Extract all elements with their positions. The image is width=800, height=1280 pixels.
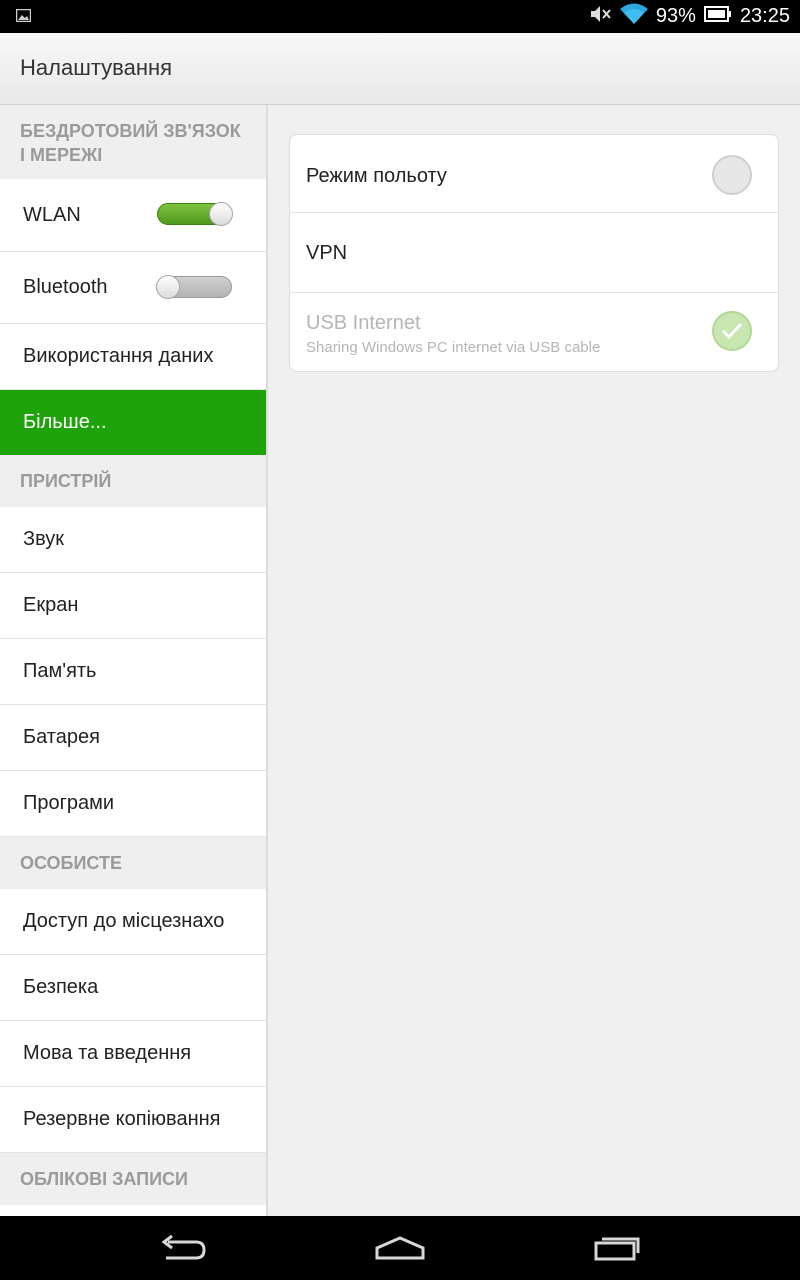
sidebar-item-storage[interactable]: Пам'ять (0, 639, 266, 705)
sidebar-item-label: WLAN (23, 203, 81, 226)
pane-divider (266, 105, 268, 1216)
wlan-toggle[interactable] (157, 202, 233, 226)
action-bar: Налаштування (0, 33, 800, 105)
usb-internet-checkbox[interactable] (712, 311, 752, 351)
sidebar-item-label: Батарея (23, 726, 100, 748)
wifi-icon (619, 3, 648, 31)
sidebar-item-partial[interactable] (0, 1205, 266, 1216)
vpn-row[interactable]: VPN (290, 213, 778, 293)
more-settings-card: Режим польоту VPN USB Internet Sharing W… (289, 134, 779, 372)
sidebar-item-location[interactable]: Доступ до місцезнахо (0, 889, 266, 955)
section-header-device: ПРИСТРІЙ (0, 455, 266, 507)
navigation-bar (0, 1216, 800, 1280)
sidebar-item-label: Bluetooth (23, 276, 108, 298)
airplane-mode-row[interactable]: Режим польоту (290, 135, 778, 213)
sidebar-item-label: Екран (23, 594, 79, 616)
sidebar-item-label: Звук (23, 528, 65, 550)
sidebar-item-label: Програми (23, 792, 115, 814)
sidebar-item-language[interactable]: Мова та введення (0, 1021, 266, 1087)
sidebar-item-label: Більше... (23, 411, 107, 433)
section-header-personal: ОСОБИСТЕ (0, 837, 266, 889)
usb-internet-label: USB Internet (306, 312, 421, 334)
sidebar-item-bluetooth[interactable]: Bluetooth (0, 252, 266, 324)
toggle-knob (209, 202, 233, 226)
home-icon[interactable] (374, 1230, 426, 1269)
sidebar-item-data-usage[interactable]: Використання даних (0, 324, 266, 390)
section-header-accounts: ОБЛІКОВІ ЗАПИСИ (0, 1153, 266, 1205)
page-title: Налаштування (20, 55, 173, 80)
usb-internet-row[interactable]: USB Internet Sharing Windows PC internet… (290, 293, 778, 371)
sidebar-item-sound[interactable]: Звук (0, 507, 266, 573)
checkmark-icon (721, 322, 743, 340)
image-notification-icon (15, 8, 32, 27)
sidebar-item-backup[interactable]: Резервне копіювання (0, 1087, 266, 1153)
sidebar-item-label: Пам'ять (23, 660, 97, 682)
sidebar-item-label: Резервне копіювання (23, 1108, 221, 1130)
battery-icon (703, 5, 732, 29)
section-header-wireless: БЕЗДРОТОВИЙ ЗВ'ЯЗОК І МЕРЕЖІ (0, 105, 266, 179)
airplane-mode-label: Режим польоту (306, 165, 447, 187)
sidebar-item-wlan[interactable]: WLAN (0, 179, 266, 252)
sidebar-item-security[interactable]: Безпека (0, 955, 266, 1021)
sidebar-item-label: Безпека (23, 976, 99, 998)
sidebar-item-battery[interactable]: Батарея (0, 705, 266, 771)
sidebar-item-more[interactable]: Більше... (0, 390, 266, 455)
recents-icon[interactable] (592, 1230, 642, 1269)
vpn-label: VPN (306, 242, 348, 264)
usb-internet-summary: Sharing Windows PC internet via USB cabl… (306, 339, 601, 356)
status-bar: 93% 23:25 (0, 0, 800, 33)
sidebar-item-label: Мова та введення (23, 1042, 192, 1064)
sidebar-item-label: Використання даних (23, 345, 214, 367)
back-icon[interactable] (160, 1230, 208, 1269)
mute-icon (590, 4, 612, 30)
sidebar-item-display[interactable]: Екран (0, 573, 266, 639)
settings-sidebar[interactable]: БЕЗДРОТОВИЙ ЗВ'ЯЗОК І МЕРЕЖІ WLAN Blueto… (0, 105, 266, 1216)
clock: 23:25 (739, 5, 790, 27)
bluetooth-toggle[interactable] (156, 275, 232, 299)
toggle-knob (156, 275, 180, 299)
sidebar-item-label: Доступ до місцезнахо (23, 910, 225, 932)
airplane-mode-checkbox[interactable] (712, 155, 752, 195)
sidebar-item-apps[interactable]: Програми (0, 771, 266, 837)
battery-percent: 93% (655, 5, 696, 27)
